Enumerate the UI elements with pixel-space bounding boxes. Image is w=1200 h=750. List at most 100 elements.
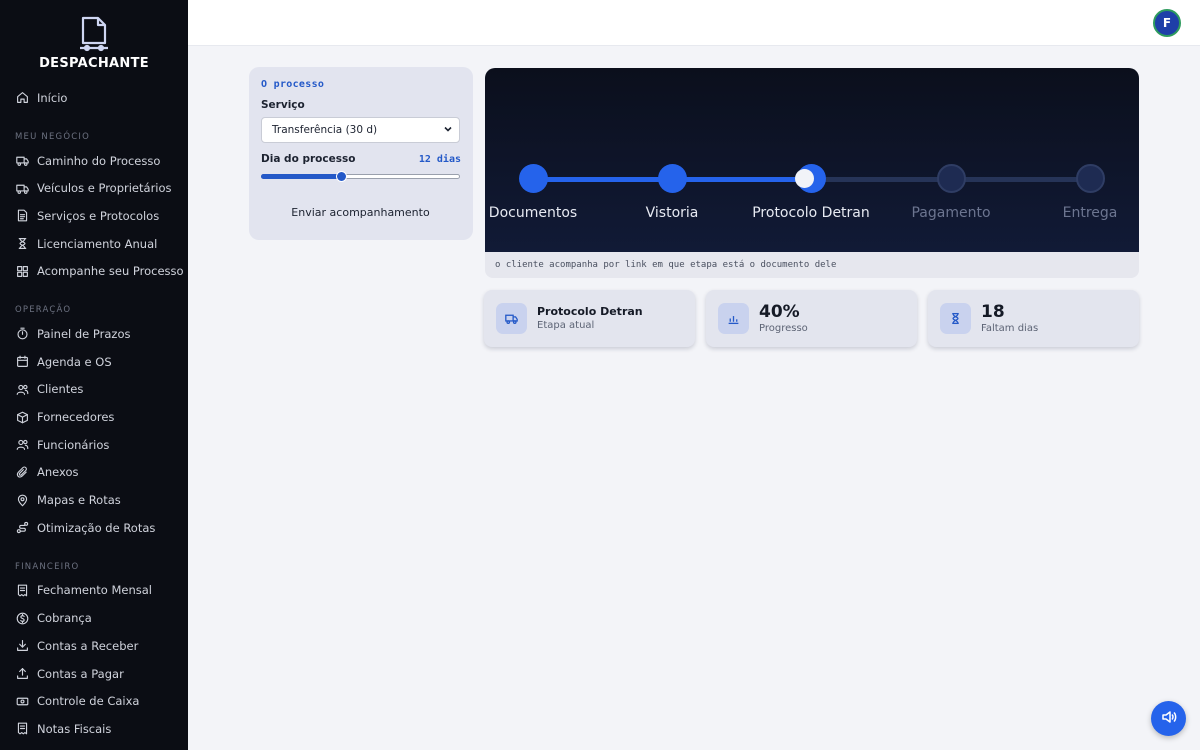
sidebar-item-label: Cobrança xyxy=(37,611,92,626)
dollar-circle-icon xyxy=(15,611,29,625)
sidebar-item-label: Agenda e OS xyxy=(37,354,112,369)
sidebar-item-label: Clientes xyxy=(37,382,84,397)
service-label: Serviço xyxy=(261,99,305,111)
day-slider[interactable] xyxy=(261,171,460,182)
sidebar-item-label: Acompanhe seu Processo xyxy=(37,264,184,279)
step-connector xyxy=(811,177,951,182)
brand-name: DESPACHANTE xyxy=(39,56,149,71)
sidebar-item-fechamento-mensal[interactable]: Fechamento Mensal xyxy=(0,577,188,605)
sidebar-item-otimizacao-de-rotas[interactable]: Otimização de Rotas xyxy=(0,514,188,542)
sidebar-item-label: Fechamento Mensal xyxy=(37,583,153,598)
map-pin-icon xyxy=(15,493,29,507)
step-node-documentos xyxy=(518,164,548,193)
sidebar-item-label: Contas a Receber xyxy=(37,638,139,653)
home-icon xyxy=(15,91,29,105)
sidebar-item-agenda-e-os[interactable]: Agenda e OS xyxy=(0,348,188,376)
receipt-icon xyxy=(15,722,29,736)
sidebar-item-contas-a-receber[interactable]: Contas a Receber xyxy=(0,632,188,660)
service-select[interactable]: Transferência (30 d) xyxy=(261,117,460,143)
slider-fill xyxy=(261,174,341,179)
truck-icon xyxy=(496,303,527,334)
step-node-vistoria xyxy=(657,164,687,193)
avatar[interactable]: F xyxy=(1153,9,1181,37)
sidebar-item-label: Painel de Prazos xyxy=(37,326,131,341)
users-icon xyxy=(15,438,29,452)
days-left-label: Faltam dias xyxy=(981,322,1039,334)
sidebar-item-label: Mapas e Rotas xyxy=(37,493,121,508)
step-label-pagamento: Pagamento xyxy=(911,205,991,221)
sidebar-item-anexos[interactable]: Anexos xyxy=(0,459,188,487)
calendar-icon xyxy=(15,355,29,369)
progress-value: 40% xyxy=(759,301,800,322)
users-icon xyxy=(15,382,29,396)
sidebar-item-clientes[interactable]: Clientes xyxy=(0,376,188,404)
step-connector xyxy=(951,177,1090,182)
document-icon xyxy=(15,209,29,223)
service-select-value: Transferência (30 d) xyxy=(272,124,378,136)
progress-label: Progresso xyxy=(759,322,808,334)
truck-icon xyxy=(15,154,29,168)
sidebar-item-fornecedores[interactable]: Fornecedores xyxy=(0,403,188,431)
sidebar-item-notas-fiscais[interactable]: Notas Fiscais xyxy=(0,715,188,743)
process-control-card: O processo Serviço Transferência (30 d) … xyxy=(249,67,473,240)
receipt-icon xyxy=(15,583,29,597)
bar-chart-icon xyxy=(718,303,749,334)
step-label-vistoria: Vistoria xyxy=(645,205,699,221)
step-connector xyxy=(672,177,811,182)
sidebar-item-label: Fornecedores xyxy=(37,410,115,425)
sidebar-item-licenciamento-anual[interactable]: Licenciamento Anual xyxy=(0,230,188,258)
stat-card-progress: 40% Progresso xyxy=(706,290,917,347)
box-icon xyxy=(15,410,29,424)
sidebar-item-label: Anexos xyxy=(37,465,79,480)
paperclip-icon xyxy=(15,465,29,479)
sidebar-item-label: Otimização de Rotas xyxy=(37,520,156,535)
sidebar-item-servicos-e-protocolos[interactable]: Serviços e Protocolos xyxy=(0,202,188,230)
cash-icon xyxy=(15,694,29,708)
step-label-documentos: Documentos xyxy=(488,205,578,221)
audio-button[interactable] xyxy=(1151,701,1186,736)
sidebar-section-title: MEU NEGÓCIO xyxy=(15,131,90,142)
sidebar-item-label: Início xyxy=(37,90,68,105)
grid-icon xyxy=(15,264,29,278)
route-icon xyxy=(15,521,29,535)
sidebar-item-veiculos-e-proprietarios[interactable]: Veículos e Proprietários xyxy=(0,174,188,202)
hourglass-icon xyxy=(940,303,971,334)
sidebar-item-acompanhe-seu-processo[interactable]: Acompanhe seu Processo xyxy=(0,257,188,285)
speaker-icon xyxy=(1161,709,1177,729)
day-label: Dia do processo xyxy=(261,153,356,165)
sidebar-item-inicio[interactable]: Início xyxy=(0,84,188,112)
sidebar-item-contas-a-pagar[interactable]: Contas a Pagar xyxy=(0,660,188,688)
stat-card-current-step: Protocolo Detran Etapa atual xyxy=(484,290,695,347)
sidebar-item-label: Veículos e Proprietários xyxy=(37,181,172,196)
top-bar: F xyxy=(188,0,1200,46)
step-connector xyxy=(533,177,672,182)
progress-caption: o cliente acompanha por link em que etap… xyxy=(485,252,1139,278)
send-tracking-button[interactable]: Enviar acompanhamento xyxy=(261,199,460,225)
sidebar: DESPACHANTE Início MEU NEGÓCIO Caminho do … xyxy=(0,0,188,750)
sidebar-item-painel-de-prazos[interactable]: Painel de Prazos xyxy=(0,320,188,348)
document-truck-icon xyxy=(77,16,111,52)
hourglass-icon xyxy=(15,237,29,251)
sidebar-item-cobranca[interactable]: Cobrança xyxy=(0,604,188,632)
sidebar-section-title: FINANCEIRO xyxy=(15,561,80,572)
step-label-protocolo-detran: Protocolo Detran xyxy=(752,205,870,221)
days-left-value: 18 xyxy=(981,301,1005,322)
sidebar-item-controle-de-caixa[interactable]: Controle de Caixa xyxy=(0,687,188,715)
sidebar-item-label: Licenciamento Anual xyxy=(37,236,158,251)
day-value: 12 dias xyxy=(418,153,461,165)
brand: DESPACHANTE xyxy=(0,0,188,71)
sidebar-item-funcionarios[interactable]: Funcionários xyxy=(0,431,188,459)
timer-icon xyxy=(15,327,29,341)
step-node-pagamento xyxy=(936,164,966,193)
sidebar-item-label: Notas Fiscais xyxy=(37,721,112,736)
sidebar-item-label: Controle de Caixa xyxy=(37,694,140,709)
sidebar-item-label: Contas a Pagar xyxy=(37,666,124,681)
slider-thumb[interactable] xyxy=(335,171,347,182)
download-icon xyxy=(15,639,29,653)
step-label-entrega: Entrega xyxy=(1062,205,1118,221)
sidebar-item-label: Caminho do Processo xyxy=(37,153,161,168)
truck-icon xyxy=(15,181,29,195)
sidebar-item-mapas-e-rotas[interactable]: Mapas e Rotas xyxy=(0,486,188,514)
sidebar-item-caminho-do-processo[interactable]: Caminho do Processo xyxy=(0,147,188,175)
upload-icon xyxy=(15,667,29,681)
